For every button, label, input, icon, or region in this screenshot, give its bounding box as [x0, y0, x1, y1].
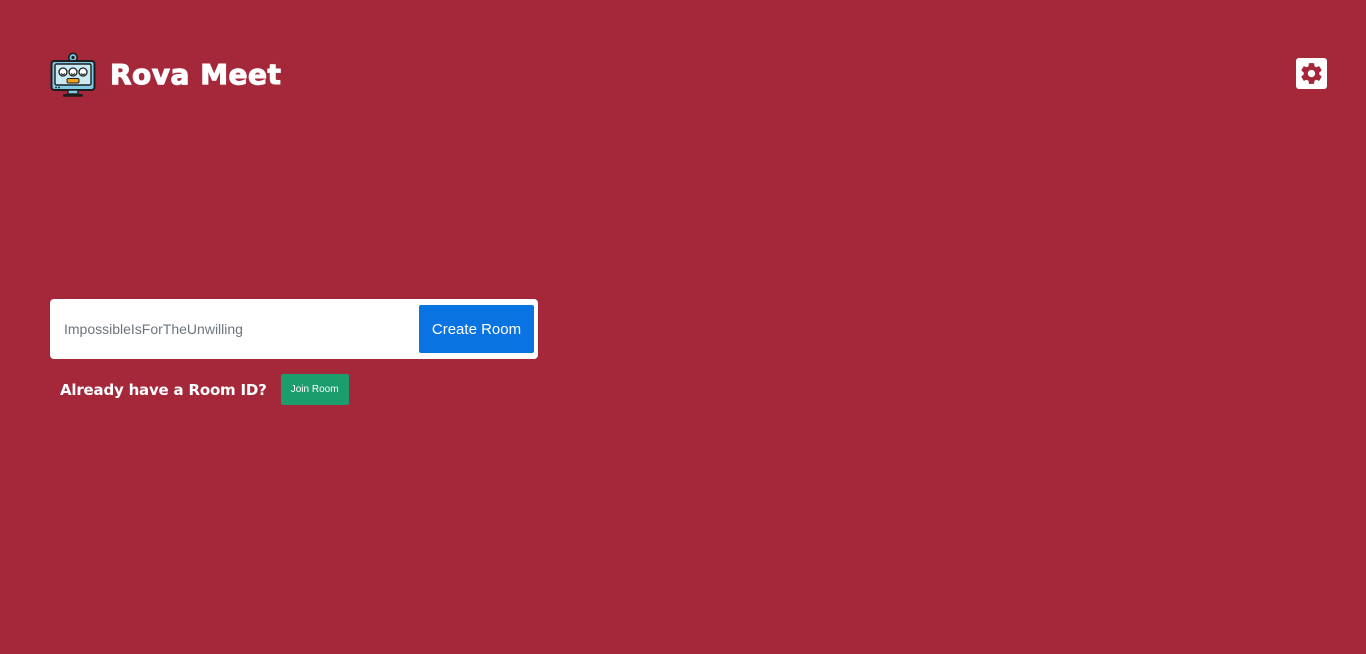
- gear-icon: [1301, 63, 1322, 84]
- home-page: Rova Meet Create Room Already have a Roo…: [0, 0, 1366, 654]
- app-name: Rova Meet: [109, 58, 282, 91]
- join-room-prompt: Already have a Room ID?: [60, 380, 267, 399]
- settings-button[interactable]: [1296, 58, 1327, 89]
- room-name-input[interactable]: [50, 299, 415, 359]
- join-room-button[interactable]: Join Room: [280, 374, 349, 405]
- video-meeting-monitor-icon: [50, 52, 96, 97]
- join-room-row: Already have a Room ID? Join Room: [60, 374, 349, 405]
- brand: Rova Meet: [50, 52, 281, 98]
- create-room-button[interactable]: Create Room: [419, 305, 534, 353]
- create-room-form: Create Room: [50, 299, 538, 359]
